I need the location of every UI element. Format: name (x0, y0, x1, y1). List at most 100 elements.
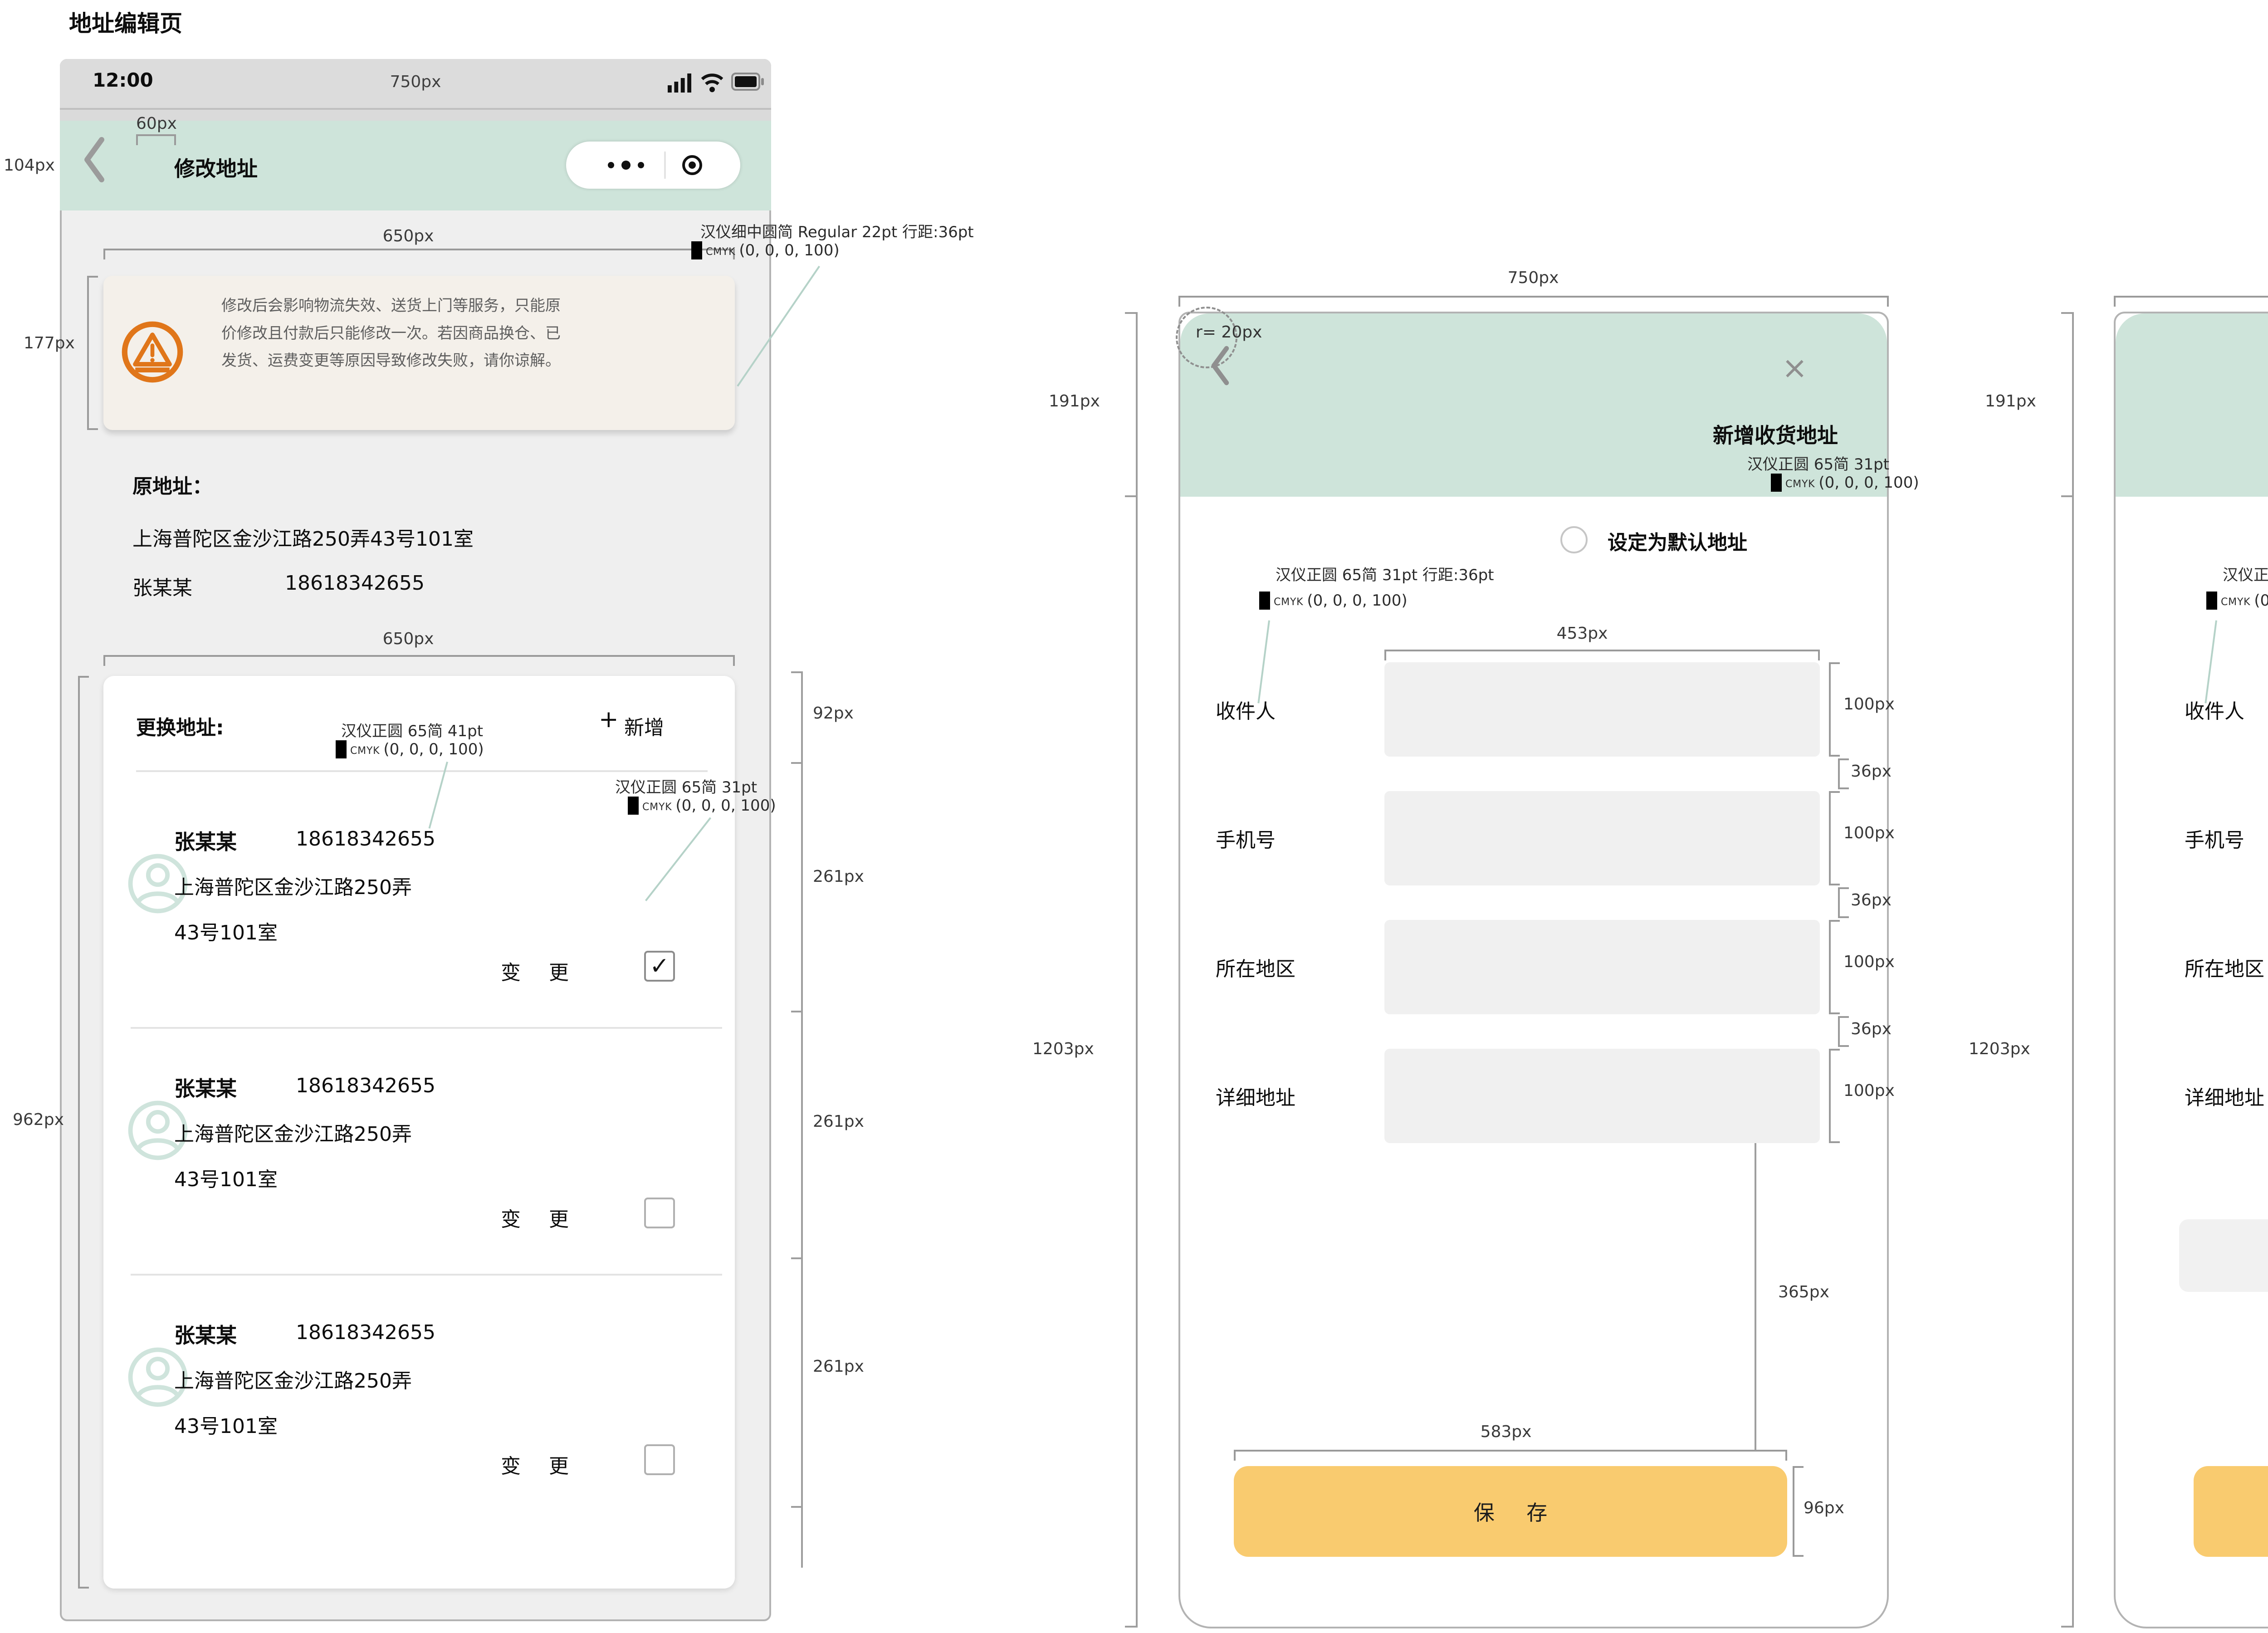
divider (131, 1027, 722, 1029)
recipient-phone[interactable]: 18618342655 (296, 827, 435, 851)
checkbox-unchecked[interactable] (644, 1198, 675, 1228)
dimension-bracket (1838, 1016, 1849, 1047)
recipient-input[interactable] (1384, 662, 1820, 757)
field-label: 详细地址 (1216, 1081, 1295, 1110)
dimension-label: 365px (1778, 1283, 1829, 1301)
original-phone: 18618342655 (285, 572, 425, 595)
capsule-close-icon[interactable] (682, 155, 702, 175)
checkbox-unchecked[interactable] (644, 1444, 675, 1475)
close-icon[interactable]: × (1782, 350, 1808, 386)
divider (131, 1274, 722, 1276)
divider (136, 770, 708, 772)
dimension-line (801, 671, 803, 1568)
field-label: 收件人 (2185, 695, 2244, 724)
dimension-label: 191px (1985, 392, 2036, 411)
region-input[interactable] (1384, 920, 1820, 1014)
color-space-label: CMYK (2221, 596, 2250, 610)
capsule-divider (664, 152, 666, 179)
miniprogram-capsule[interactable] (566, 142, 740, 189)
dimension-label: 92px (813, 704, 854, 723)
color-space-label: CMYK (350, 745, 380, 758)
back-icon[interactable] (82, 136, 105, 183)
dimension-label: 100px (1843, 824, 1895, 842)
dimension-tick (791, 762, 802, 764)
color-value: (0, 0, 0, 100) (2254, 592, 2268, 610)
change-button[interactable]: 变 更 (501, 1450, 580, 1479)
dimension-label: 60px (136, 114, 177, 133)
color-annotation: CMYK(0, 0, 0, 100) (628, 797, 776, 815)
color-swatch (691, 241, 702, 259)
original-address-value: 上海普陀区金沙江路250弄43号101室 (132, 523, 474, 552)
color-annotation: CMYK(0, 0, 0, 100) (1259, 592, 1408, 610)
color-space-label: CMYK (706, 246, 735, 259)
dimension-label: 1203px (1969, 1040, 2030, 1058)
font-annotation: 汉仪正圆 65简 41pt (341, 719, 483, 741)
dimension-label: 962px (13, 1110, 64, 1129)
dimension-label: 36px (1851, 762, 1892, 781)
dimension-tick (2061, 495, 2072, 497)
font-annotation: 汉仪正圆 65简 31pt 行距:36pt (2223, 562, 2268, 585)
recipient-phone[interactable]: 18618342655 (296, 1074, 435, 1097)
add-address-button[interactable]: 新增 (624, 711, 664, 740)
dimension-bracket (136, 134, 176, 145)
dimension-bracket (1234, 1450, 1787, 1461)
field-label: 手机号 (1216, 824, 1276, 853)
change-button[interactable]: 变 更 (501, 1203, 580, 1232)
more-dot-icon (638, 162, 644, 168)
field-label: 所在地区 (1216, 953, 1295, 982)
dimension-bracket (2114, 296, 2268, 307)
wifi-icon (700, 73, 724, 93)
color-swatch (1259, 592, 1270, 610)
recipient-name[interactable]: 张某某 (174, 826, 237, 856)
dimension-label: 650px (354, 227, 463, 245)
dimension-label: 36px (1851, 891, 1892, 909)
dimension-label: 177px (24, 334, 75, 352)
dimension-line (1136, 312, 1138, 1628)
recipient-name[interactable]: 张某某 (174, 1319, 237, 1349)
modal-header (2116, 313, 2268, 497)
page-title: 地址编辑页 (69, 5, 182, 38)
dimension-label: 453px (1528, 624, 1637, 643)
default-address-label: 设定为默认地址 (1608, 526, 1747, 555)
font-annotation: 汉仪正圆 65简 31pt 行距:36pt (1276, 562, 1494, 585)
change-button[interactable]: 变 更 (501, 956, 580, 985)
delete-button[interactable]: 删 除 (2179, 1219, 2268, 1292)
color-swatch (628, 797, 639, 815)
back-icon[interactable] (1208, 345, 1230, 386)
detail-address-input[interactable] (1384, 1049, 1820, 1143)
default-address-radio[interactable] (1560, 526, 1588, 553)
warning-line: 修改后会影响物流失效、送货上门等服务，只能原 (221, 292, 722, 320)
dimension-tick (791, 1011, 802, 1012)
recipient-phone[interactable]: 18618342655 (296, 1321, 435, 1344)
field-label: 所在地区 (2185, 953, 2264, 982)
recipient-name[interactable]: 张某某 (174, 1072, 237, 1102)
color-swatch (2206, 592, 2217, 610)
dimension-tick (1125, 495, 1136, 497)
dimension-tick (1125, 1626, 1136, 1628)
dimension-label: 583px (1452, 1423, 1560, 1441)
color-annotation: CMYK (0, 0, 0, 100) (2206, 592, 2268, 610)
dimension-bracket (78, 676, 89, 1589)
warning-line: 价修改且付款后只能修改一次。若因商品换仓、已 (221, 320, 722, 347)
warning-text: 修改后会影响物流失效、送货上门等服务，只能原 价修改且付款后只能修改一次。若因商… (221, 292, 722, 375)
dimension-tick (791, 1257, 802, 1259)
color-value: (0, 0, 0, 100) (1818, 474, 1919, 492)
dimension-label: 750px (1479, 269, 1588, 287)
original-name: 张某某 (132, 572, 192, 601)
dimension-label-width: 750px (361, 73, 470, 91)
add-plus-icon[interactable]: + (599, 706, 619, 733)
dimension-bracket (1793, 1466, 1804, 1557)
field-label: 手机号 (2185, 824, 2244, 853)
color-value: (0, 0, 0, 100) (675, 797, 776, 815)
dimension-line (2072, 312, 2074, 1628)
save-button[interactable]: 保 存 (2194, 1466, 2268, 1557)
phone-input[interactable] (1384, 791, 1820, 885)
color-space-label: CMYK (642, 802, 672, 815)
save-button[interactable]: 保 存 (1234, 1466, 1787, 1557)
battery-icon (731, 73, 764, 91)
modal-title: 新增收货地址 (1560, 419, 1838, 449)
dimension-bracket (1829, 1049, 1840, 1143)
checkbox-checked[interactable]: ✓ (644, 951, 675, 982)
recipient-address-line1: 上海普陀区金沙江路250弄 (174, 1118, 412, 1147)
design-spec-canvas: 地址编辑页 12:00 750px 60px 104px 修改地址 650px … (0, 0, 2268, 1633)
